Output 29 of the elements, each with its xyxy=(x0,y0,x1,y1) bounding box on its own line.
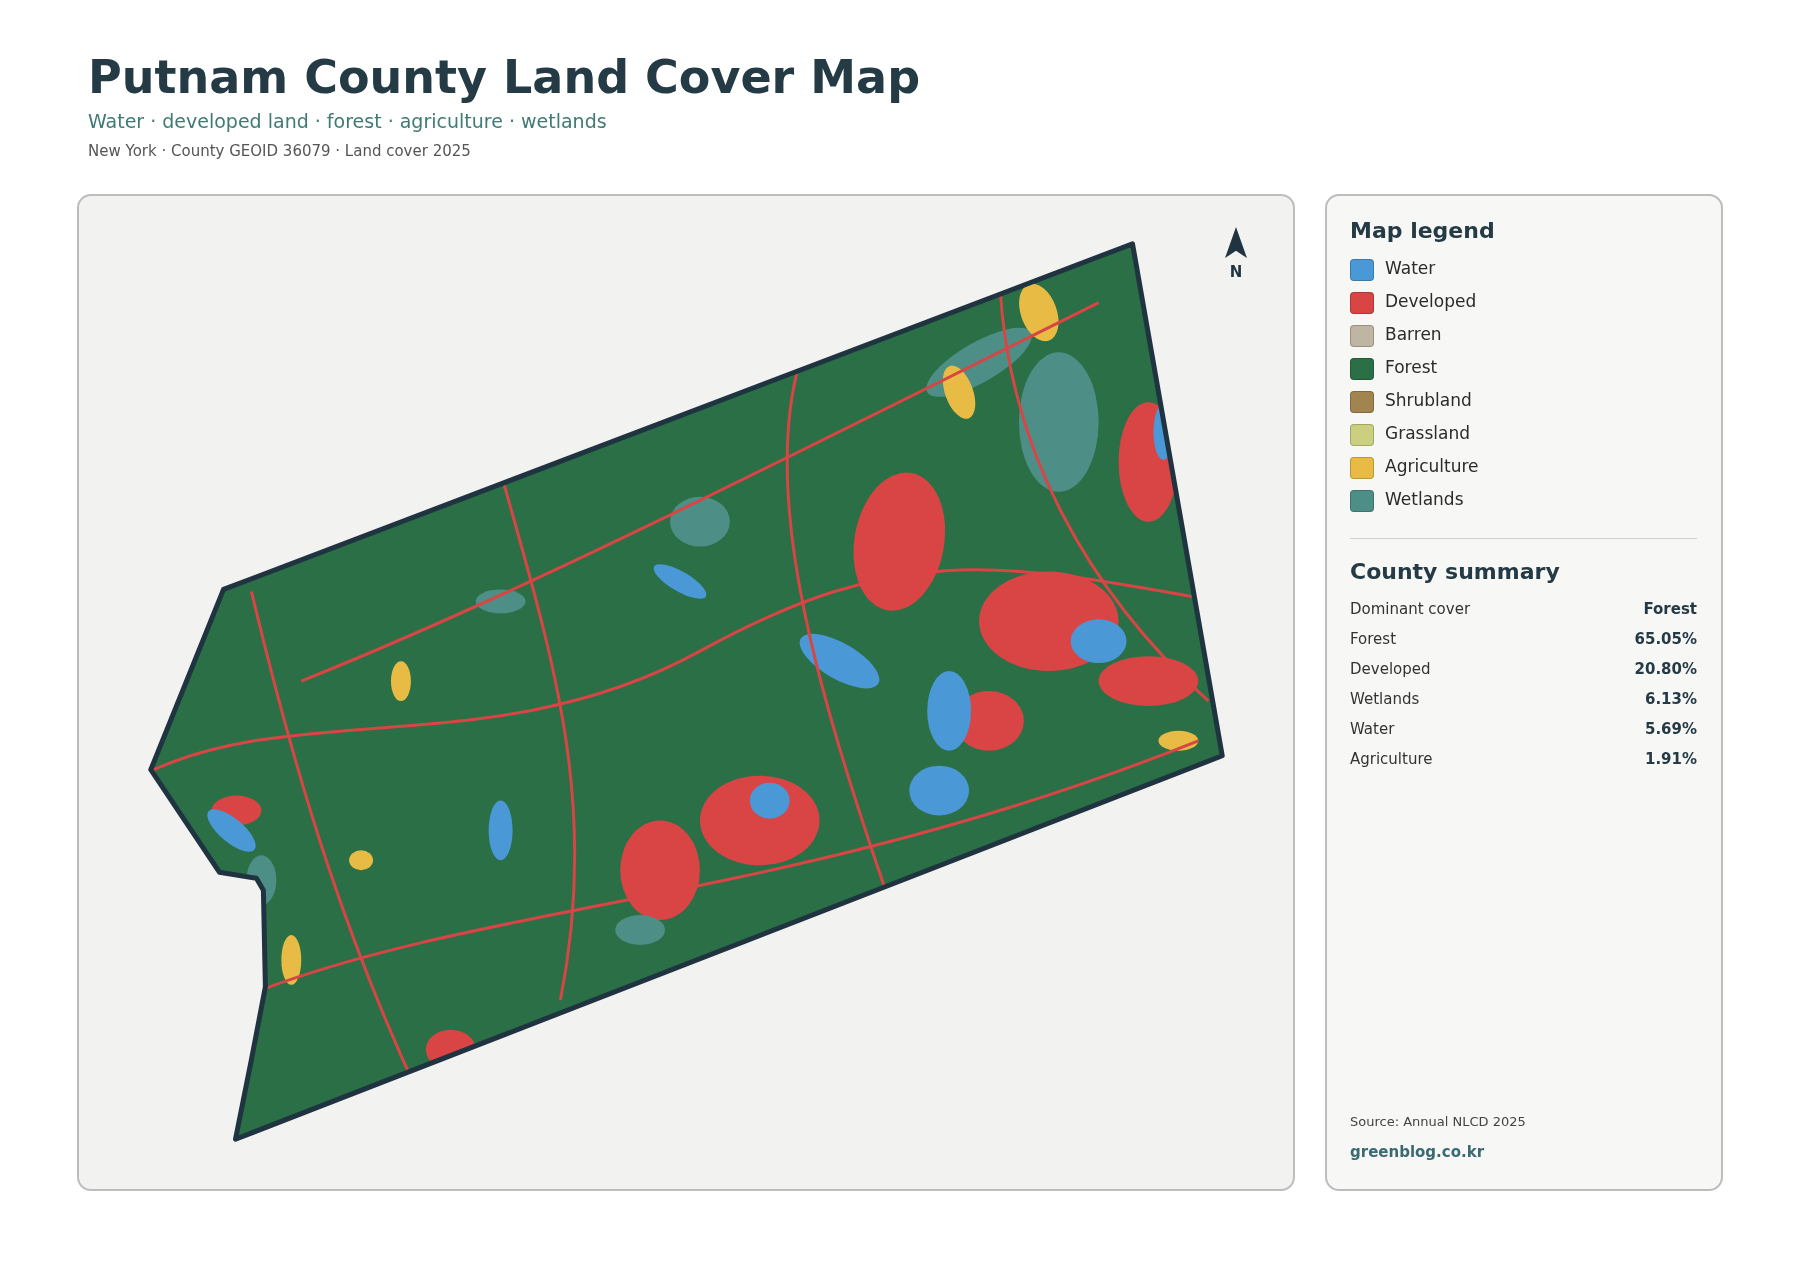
summary-value: Forest xyxy=(1643,600,1697,618)
summary-label: Developed xyxy=(1350,660,1431,678)
page-title: Putnam County Land Cover Map xyxy=(88,49,922,106)
legend-label: Barren xyxy=(1385,324,1442,344)
legend-label: Wetlands xyxy=(1385,489,1464,509)
source-note: Source: Annual NLCD 2025 xyxy=(1350,1114,1527,1129)
north-label: N xyxy=(1229,263,1243,281)
summary-value: 6.13% xyxy=(1644,690,1697,708)
legend-label: Grassland xyxy=(1385,423,1470,443)
summary-label: Water xyxy=(1350,720,1395,738)
north-arrow-icon xyxy=(1225,226,1247,259)
credit-text: greenblog.co.kr xyxy=(1350,1143,1486,1161)
summary-value: 1.91% xyxy=(1644,750,1697,768)
summary-label: Agriculture xyxy=(1350,750,1433,768)
legend-label: Developed xyxy=(1385,291,1477,311)
summary-value: 5.69% xyxy=(1644,720,1697,738)
legend-label: Forest xyxy=(1385,357,1438,377)
summary-title: County summary xyxy=(1350,559,1561,584)
page-subtitle: Water · developed land · forest · agriculture · wetlands xyxy=(88,110,608,132)
summary-label: Dominant cover xyxy=(1350,600,1471,618)
summary-value: 65.05% xyxy=(1634,630,1697,648)
summary-value: 20.80% xyxy=(1634,660,1697,678)
legend-label: Shrubland xyxy=(1385,390,1472,410)
summary-label: Forest xyxy=(1350,630,1397,648)
legend-label: Agriculture xyxy=(1385,456,1479,476)
page-meta: New York · County GEOID 36079 · Land cover 2025 xyxy=(88,142,472,160)
summary-label: Wetlands xyxy=(1350,690,1420,708)
legend-title: Map legend xyxy=(1350,218,1496,243)
legend-label: Water xyxy=(1385,258,1436,278)
